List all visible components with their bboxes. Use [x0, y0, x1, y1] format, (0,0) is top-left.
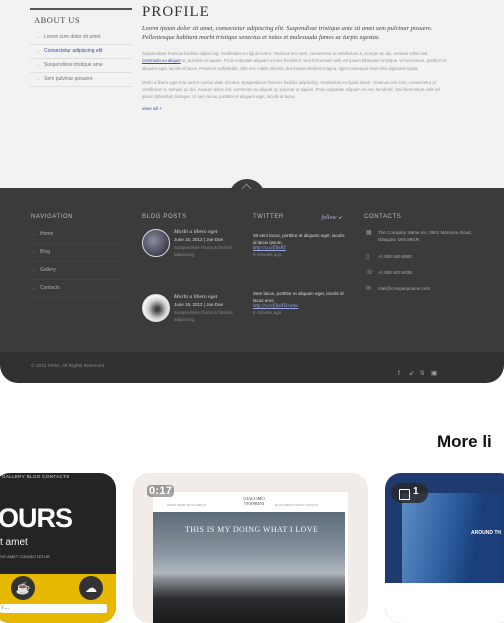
template-preview[interactable]: ABOUT US → Lorem sum dolor sit amet → Cons…	[0, 0, 504, 383]
footer-nav-item[interactable]: → Blog	[31, 244, 123, 262]
coffee-cup-icon: ☕	[11, 576, 35, 600]
body-paragraph: Morbi a libero eget erat auctor cursus v…	[142, 79, 440, 100]
arrow-icon: →	[31, 231, 36, 237]
page-body: ABOUT US → Lorem sum dolor sit amet → Cons…	[0, 0, 504, 188]
stack-icon	[399, 489, 410, 500]
arrow-icon: →	[35, 76, 40, 82]
post-date: June 15, 2012 | Joe Doe	[174, 237, 223, 242]
twitter-bird-icon: ➹	[337, 215, 343, 221]
badge-count: 1	[413, 486, 419, 497]
card-hero-caption: SIT AMET CONSECTETUR	[0, 554, 50, 559]
arrow-icon: →	[35, 34, 40, 40]
youtube-icon[interactable]: ▣	[431, 369, 439, 377]
contact-address: ▦ The Company Name Inc. 8901 Marmora Road…	[366, 230, 472, 243]
post-description: Suspendisse rhoncus facilisis adipiscing…	[174, 310, 233, 322]
card-hero-caption: AROUND TH	[471, 530, 501, 536]
arrow-icon: →	[35, 48, 40, 54]
video-duration-badge: 0:17	[147, 485, 175, 497]
about-sidebar: ABOUT US → Lorem sum dolor sit amet → Cons…	[30, 8, 132, 87]
contact-email[interactable]: ✉ mail@companyname.com	[364, 285, 474, 292]
sidebar-item-active[interactable]: → Consectetur adipiscing elit	[30, 45, 132, 59]
card-site-logo: GIACOMO VESPRINI	[243, 496, 265, 506]
intro-text: Lorem ipsum dolor sit amet, consectetur …	[142, 25, 433, 41]
footer-twitter: TWITTER follow ➹ Sit sem lacus, porttito…	[253, 214, 349, 336]
skype-icon[interactable]: S	[420, 370, 428, 377]
contact-phone: ▯ +1 800 559 6580	[366, 253, 412, 260]
arrow-icon: →	[31, 267, 36, 273]
tweet-text: Sit sem lacus, porttitor et aliquam eget…	[253, 233, 345, 246]
card-site-menu: HOME WORK BLOG ABOUT BLOG PRESS SHOP CONT…	[167, 503, 319, 507]
footer-nav-item[interactable]: → Home	[31, 226, 123, 244]
follow-link[interactable]: follow ➹	[321, 214, 343, 221]
inline-link[interactable]: commodo eu aliquet	[142, 58, 181, 63]
profile-content: PROFILE Lorem ipsum dolor sit amet, cons…	[142, 4, 447, 112]
footer-heading: BLOG POSTS	[142, 214, 187, 220]
card-site-nav: GALLERY BLOG CONTACTS	[2, 474, 70, 479]
tweet-time: 8 minutes ago	[253, 252, 282, 258]
tweet-link[interactable]: http://t.co/f3lxRT	[253, 246, 349, 251]
footer-contacts: CONTACTS ▦ The Company Name Inc. 8901 Mar…	[364, 214, 474, 292]
footer-heading: CONTACTS	[364, 214, 402, 220]
tweet-link[interactable]: http://t.co/f3lxRTerwnw	[253, 304, 349, 309]
cloud-icon: ☁	[79, 576, 103, 600]
arrow-icon: →	[31, 285, 36, 291]
result-card-video[interactable]: GIACOMO VESPRINI HOME WORK BLOG ABOUT BLO…	[133, 473, 368, 623]
carousel-count-badge: 1	[391, 483, 428, 503]
footer-navigation: NAVIGATION → Home → Blog → Gallery → Contact…	[31, 214, 123, 298]
sidebar-heading: ABOUT US	[34, 15, 81, 25]
post-description: Suspendisse rhoncus facilisis adipiscing…	[174, 245, 233, 257]
card-hero-title: OURS	[0, 503, 73, 533]
copyright-text: © 2012 KING. All Rights Reserved	[31, 364, 105, 369]
blog-post[interactable]: Morbi a libero eget June 15, 2012 | Joe …	[142, 229, 242, 285]
building-icon: ▦	[366, 230, 372, 236]
sidebar-rule	[30, 8, 132, 10]
social-links: f ➹ S ▣	[398, 362, 442, 380]
phone-icon: ▯	[366, 253, 370, 260]
chevron-up-icon	[241, 183, 252, 194]
sidebar-item[interactable]: → Suspendisse tristique ame	[30, 59, 132, 73]
post-thumbnail	[142, 294, 170, 322]
result-card[interactable]: GALLERY BLOG CONTACTS OURS t amet SIT AM…	[0, 473, 116, 623]
footer-nav-item[interactable]: → Contacts	[31, 280, 123, 298]
post-date: June 15, 2012 | Joe Doe	[174, 302, 223, 307]
post-thumbnail	[142, 229, 170, 257]
mail-icon: ✉	[366, 286, 372, 293]
twitter-icon[interactable]: ➹	[409, 369, 417, 377]
card-white-band	[385, 583, 504, 623]
contact-fax: ☏ +1 800 603 6035	[366, 269, 412, 276]
card-hero-headline: THIS IS MY DOING WHAT I LOVE	[185, 525, 319, 534]
more-like-this-link[interactable]: More li	[437, 432, 492, 452]
arrow-icon: →	[31, 249, 36, 255]
page-title: PROFILE	[142, 4, 210, 20]
tweet-text: Sem lacus, porttitor et aliquam eget, ia…	[253, 291, 344, 304]
footer-nav-item[interactable]: → Gallery	[31, 262, 123, 280]
post-title[interactable]: Morbi a libero eget	[174, 294, 244, 300]
view-all-link[interactable]: view all +	[142, 107, 447, 112]
blog-post[interactable]: Morbi a libero eget June 15, 2012 | Joe …	[142, 294, 242, 350]
post-title[interactable]: Morbi a libero eget	[174, 229, 244, 235]
facebook-icon[interactable]: f	[398, 370, 406, 377]
arrow-icon: →	[35, 62, 40, 68]
tweet-time: 8 minutes ago	[253, 310, 282, 316]
body-paragraph: Suspendisse rhoncus facilisis adipiscing…	[142, 51, 447, 71]
sidebar-item[interactable]: → Lorem sum dolor sit amet	[30, 31, 132, 45]
tweet: Sit sem lacus, porttitor et aliquam eget…	[253, 232, 349, 278]
card-hero-subtitle: t amet	[0, 537, 28, 548]
tweet: Sem lacus, porttitor et aliquam eget, ia…	[253, 290, 349, 336]
footer-blog-posts: BLOG POSTS Morbi a libero eget June 15, …	[142, 214, 242, 350]
sidebar-item[interactable]: → Sem pulvinar posuere	[30, 73, 132, 87]
fax-icon: ☏	[366, 269, 374, 276]
result-card[interactable]: AROUND TH 1	[385, 473, 504, 623]
